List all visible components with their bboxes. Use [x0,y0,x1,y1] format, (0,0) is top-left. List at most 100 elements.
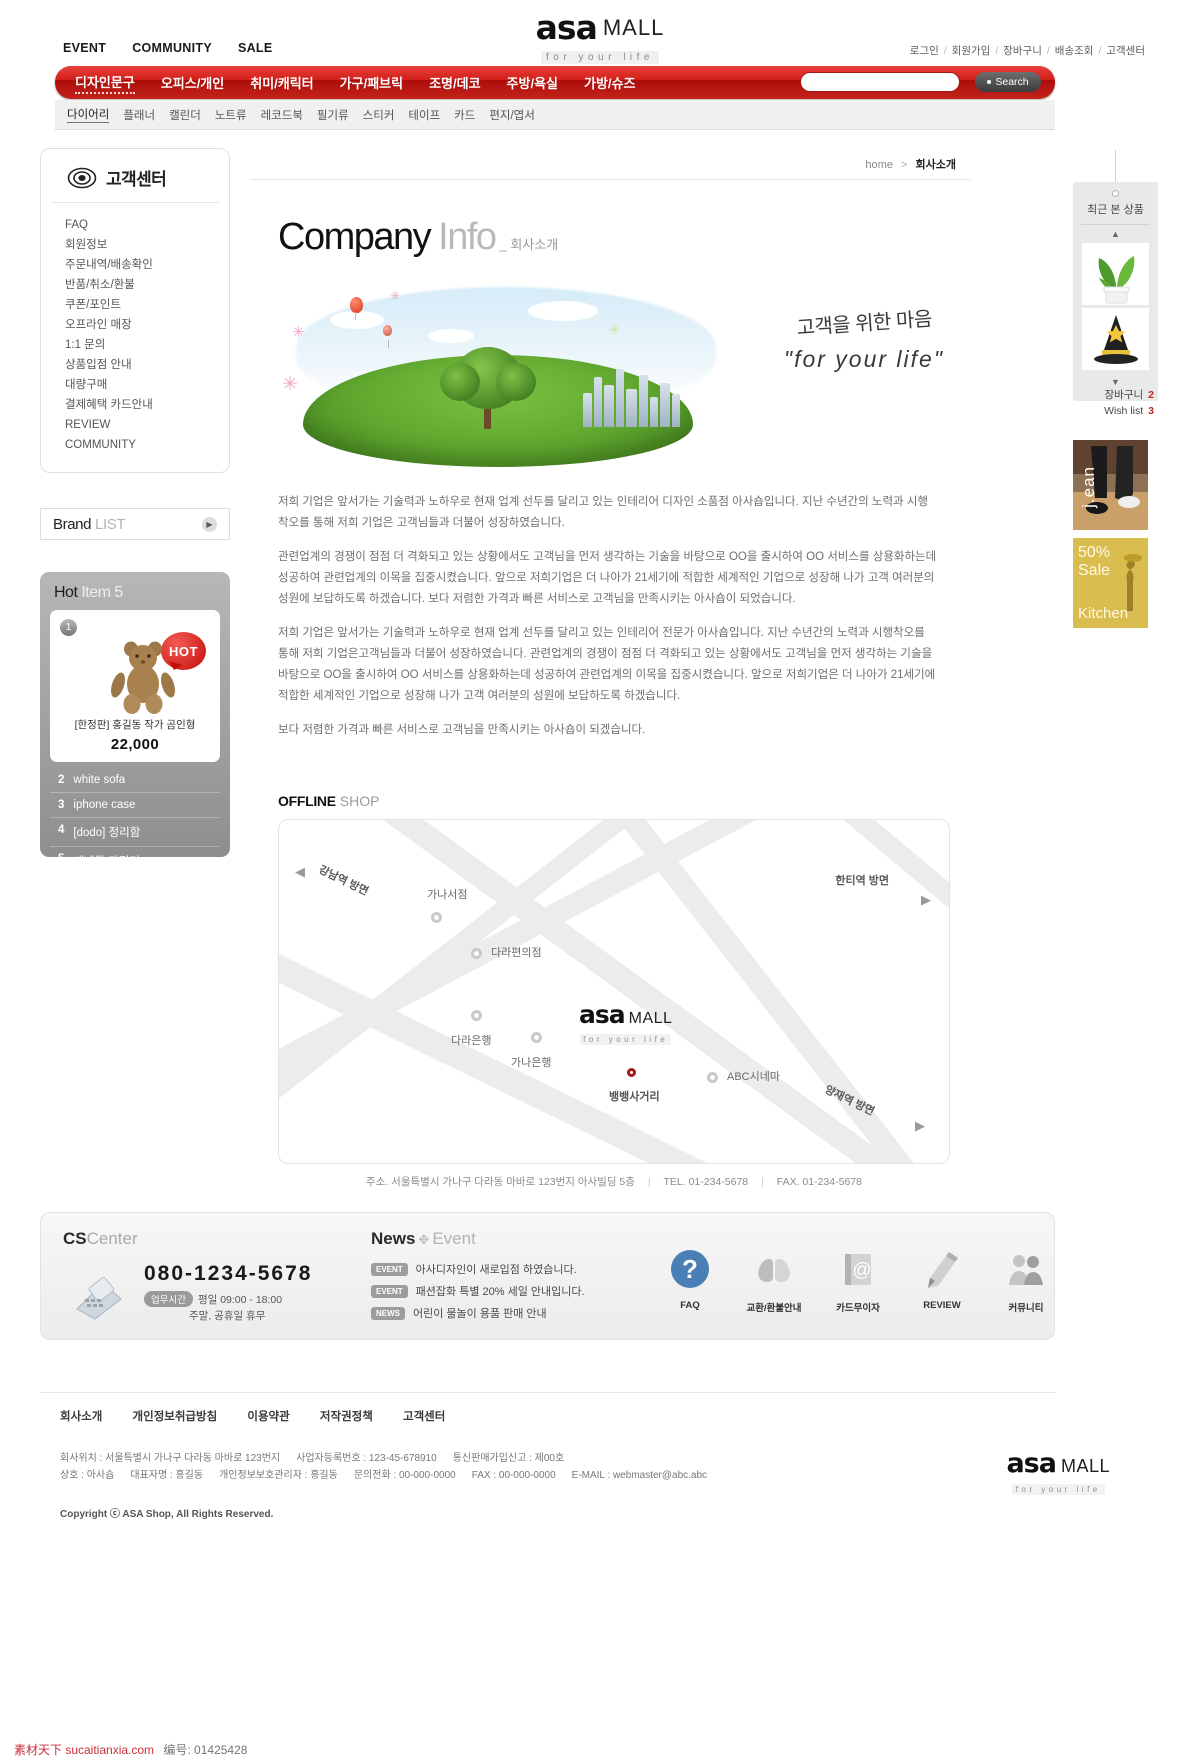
addr-separator: | [761,1176,764,1188]
subnav-item-letter[interactable]: 편지/엽서 [489,107,535,123]
hero-script-english: "for your life" [783,346,944,372]
cs-menu-product-entry[interactable]: 상품입점 안내 [65,355,229,375]
category-item-design[interactable]: 디자인문구 [75,72,135,94]
offline-shop-map[interactable]: ◀ 강남역 방면 ▶ 한티역 방면 ▶ 양재역 방면 가나서점 다라편의점 다라… [278,819,950,1164]
quick-link-community[interactable]: 커뮤니티 [997,1249,1055,1314]
brand-list-button[interactable]: Brand LIST ▶ [40,508,230,540]
cart-count-row[interactable]: 장바구니 2 [1073,387,1154,403]
category-item-bag[interactable]: 가방/슈즈 [584,73,635,92]
search-button[interactable]: Search [975,72,1041,92]
map-landmark-ganaseojeom: 가나서점 [427,889,468,901]
quick-link-card[interactable]: @ 카드무이자 [829,1249,887,1314]
search-button-label: Search [995,76,1029,88]
breadcrumb-home[interactable]: home [865,159,893,171]
watermark-code: 编号: 01425428 [163,1743,248,1757]
jean-banner[interactable]: j.ean [1073,440,1148,530]
list-item[interactable]: 5 베네통 자전거 [50,847,220,875]
quick-link-review[interactable]: REVIEW [913,1249,971,1314]
cs-menu-returns[interactable]: 반품/취소/환불 [65,275,229,295]
footer-link-cscenter[interactable]: 고객센터 [403,1411,445,1423]
map-marker [471,948,482,959]
subnav-item-notes[interactable]: 노트류 [215,107,247,123]
map-road [279,820,949,1090]
map-landmark-ganabank: 가나은행 [511,1057,552,1069]
company-paragraph-4: 보다 저렴한 가격과 빠른 서비스로 고객님을 만족시키는 아사숍이 되겠습니다… [278,724,646,736]
subnav-item-planner[interactable]: 플래너 [123,107,155,123]
cs-menu-inquiry[interactable]: 1:1 문의 [65,335,229,355]
copyright-text: Copyright ⓒ ASA Shop, All Rights Reserve… [60,1509,274,1520]
cs-menu-review[interactable]: REVIEW [65,415,229,435]
category-item-kitchen[interactable]: 주방/욕실 [507,73,558,92]
city-skyline [583,355,693,427]
footer-links: 회사소개 개인정보취급방침 이용약관 저작권정책 고객센터 [60,1408,472,1424]
cs-menu-offline-store[interactable]: 오프라인 매장 [65,315,229,335]
cs-menu-orders[interactable]: 주문내역/배송확인 [65,255,229,275]
cs-menu-coupon[interactable]: 쿠폰/포인트 [65,295,229,315]
hot-item-rank-badge: 1 [60,619,77,636]
category-item-lighting[interactable]: 조명/데코 [429,73,480,92]
hot-item-featured-card[interactable]: 1 HOT [한정판] 홍길동 작가 곰인형 22,000 [50,610,220,762]
cs-menu-memberinfo[interactable]: 회원정보 [65,235,229,255]
footer-link-terms[interactable]: 이용약관 [247,1411,289,1423]
offline-heading-1: OFFLINE [278,793,336,809]
subnav-item-sticker[interactable]: 스티커 [363,107,395,123]
hot-item-title-2: Item 5 [81,584,123,601]
shop-address-line: 주소. 서울특별시 가나구 다라동 마바로 123번지 아사빌딩 5층 | TE… [278,1174,950,1189]
cs-menu-card-benefits[interactable]: 결제혜택 카드안내 [65,395,229,415]
legal-company-name: 상호 : 아사숍 [60,1470,115,1481]
question-mark-icon: ? [671,1250,709,1288]
recently-viewed-thumb-hat[interactable] [1082,308,1149,370]
utilnav-login[interactable]: 로그인 [910,45,939,57]
list-item[interactable]: 4 [dodo] 정리함 [50,818,220,847]
utilnav-sep: / [943,45,947,57]
hot-item-header: Hot Item 5 [50,582,220,610]
cs-center-title: CSCenter [63,1229,138,1249]
list-item[interactable]: NEWS 어린이 물놀이 용품 판매 안내 [371,1305,585,1321]
subnav-item-diary[interactable]: 다이어리 [67,106,110,123]
footer-logo-main: asa [1006,1448,1057,1479]
topnav-item-sale[interactable]: SALE [238,41,273,55]
chevron-right-icon[interactable]: ▶ [202,516,217,532]
list-item[interactable]: EVENT 패션잡화 특별 20% 세일 안내입니다. [371,1283,585,1299]
category-item-hobby[interactable]: 취미/캐릭터 [250,73,313,92]
utilnav-cscenter[interactable]: 고객센터 [1106,45,1145,57]
utilnav-signup[interactable]: 회원가입 [952,45,991,57]
subnav-item-tape[interactable]: 테이프 [408,107,440,123]
cs-hours-weekday: 평일 09:00 - 18:00 [197,1294,283,1306]
recently-viewed-thumb-plant[interactable] [1082,243,1149,305]
search-box[interactable] [800,72,960,92]
cs-menu-bulk-purchase[interactable]: 대량구매 [65,375,229,395]
footer-link-privacy[interactable]: 개인정보취급방침 [133,1411,218,1423]
subnav-item-recordbook[interactable]: 레코드북 [261,107,303,123]
footer-link-copyright-policy[interactable]: 저작권정책 [320,1411,373,1423]
subnav-item-pens[interactable]: 필기류 [317,107,349,123]
cs-menu-community[interactable]: COMMUNITY [65,435,229,455]
list-item[interactable]: 2 white sofa [50,768,220,793]
cs-menu-faq[interactable]: FAQ [65,215,229,235]
quick-link-faq[interactable]: ? FAQ [661,1249,719,1314]
scroll-up-button[interactable]: ▲ [1073,225,1158,243]
utilnav-cart[interactable]: 장바구니 [1003,45,1042,57]
map-logo-tagline: for your life [580,1034,672,1045]
wish-count-row[interactable]: Wish list 3 [1073,403,1154,419]
quick-link-exchange[interactable]: 교환/환불안내 [745,1249,803,1314]
legal-fax: FAX : 00-000-0000 [471,1470,556,1481]
topnav-item-community[interactable]: COMMUNITY [132,41,212,55]
footer-link-about[interactable]: 회사소개 [60,1411,102,1423]
map-direction-hanti: 한티역 방면 [835,875,889,887]
map-direction-gangnam: 강남역 방면 [316,863,371,899]
page-title: Company Info _ 회사소개 [250,180,970,259]
category-item-furniture[interactable]: 가구/패브릭 [340,73,403,92]
category-navigation-bar: 디자인문구 오피스/개인 취미/캐릭터 가구/패브릭 조명/데코 주방/욕실 가… [55,66,1055,99]
utilnav-delivery[interactable]: 배송조회 [1055,45,1094,57]
utilnav-sep: / [1046,45,1050,57]
subnav-item-calendar[interactable]: 캘린더 [169,107,201,123]
kitchen-sale-banner[interactable]: 50% Sale Kitchen [1073,538,1148,628]
category-item-office[interactable]: 오피스/개인 [161,73,224,92]
topnav-item-event[interactable]: EVENT [63,41,106,55]
search-input[interactable] [801,74,959,92]
list-item[interactable]: 3 iphone case [50,793,220,818]
list-item[interactable]: EVENT 아사디자인이 새로입점 하였습니다. [371,1261,585,1277]
subnav-item-card[interactable]: 카드 [454,107,475,123]
quick-links: ? FAQ 교환/환불안내 @ 카드무이자 REVIEW 커뮤니티 [661,1249,1055,1314]
